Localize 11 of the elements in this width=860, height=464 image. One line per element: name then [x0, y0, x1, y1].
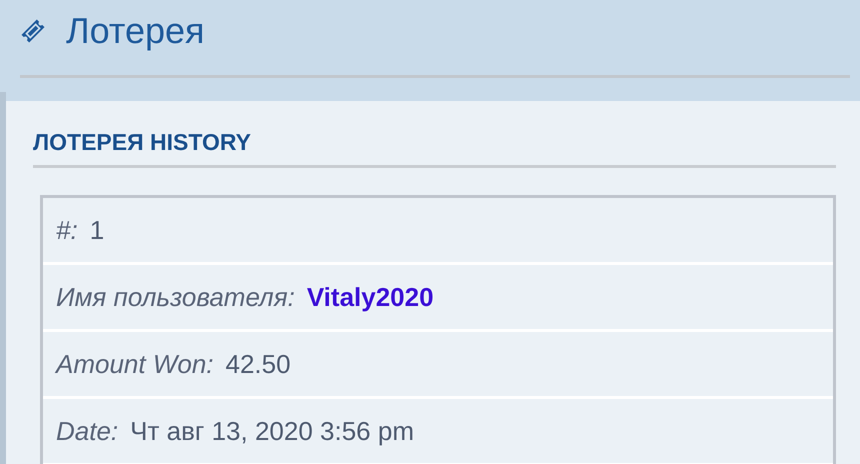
field-label: Date:: [56, 416, 118, 446]
field-label: #:: [56, 214, 78, 246]
ticket-icon: [20, 18, 46, 44]
username-link[interactable]: Vitaly2020: [306, 282, 434, 312]
field-value: 42.50: [226, 348, 291, 380]
section-title: ЛОТЕРЕЯ HISTORY: [33, 129, 252, 156]
field-value: 1: [90, 214, 104, 246]
field-value: Чт авг 13, 2020 3:56 pm: [130, 416, 414, 446]
field-label: Имя пользователя:: [56, 282, 295, 312]
field-label: Amount Won:: [56, 348, 214, 380]
page-title: Лотерея: [66, 10, 204, 52]
